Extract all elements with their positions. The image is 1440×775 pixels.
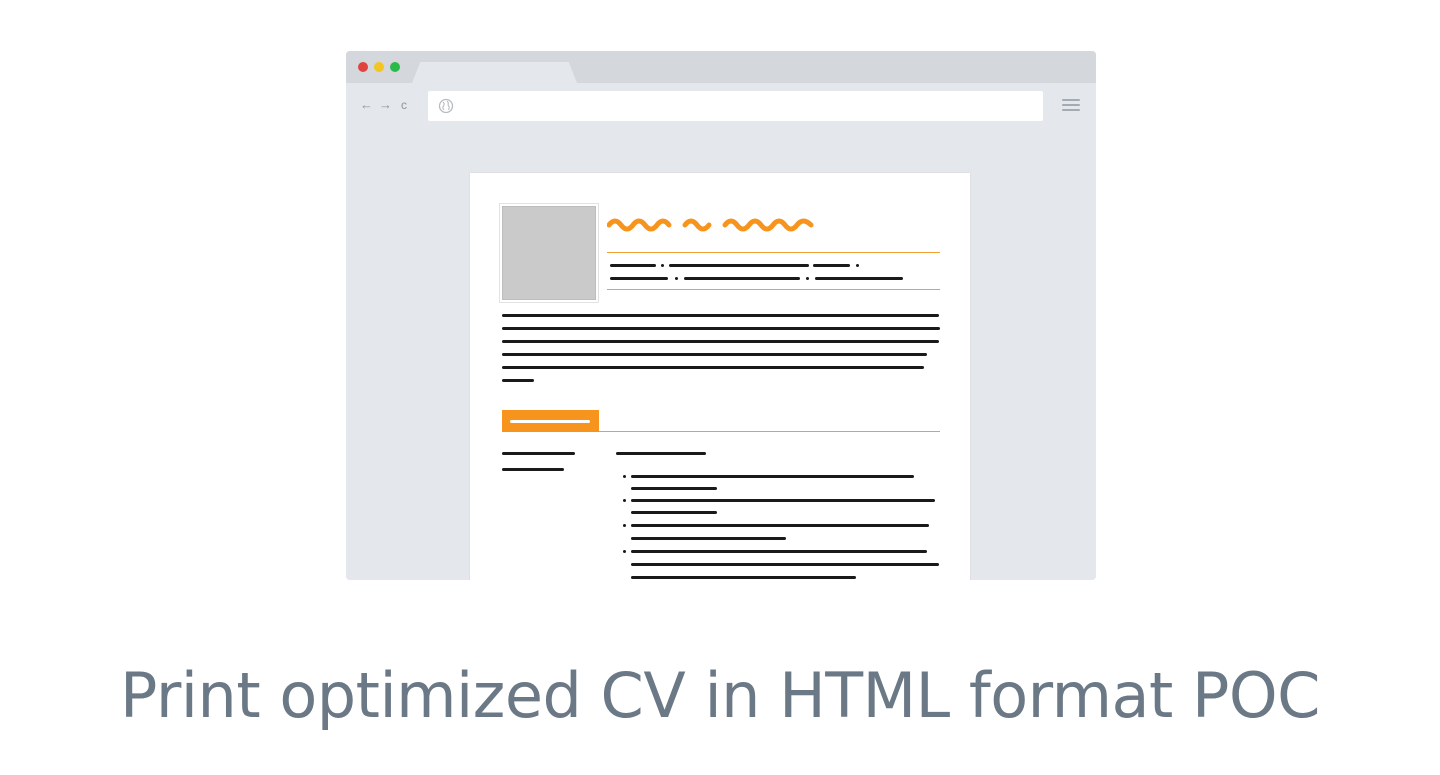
contact-line (610, 277, 668, 280)
text-line (631, 537, 786, 540)
header-rule-top (607, 252, 940, 253)
text-line (502, 340, 939, 343)
text-line (502, 353, 927, 356)
back-arrow-icon[interactable]: ← (360, 97, 373, 113)
section-heading-text (510, 420, 590, 423)
list-bullet (623, 550, 626, 553)
close-window-button[interactable] (358, 62, 368, 72)
job-title (616, 452, 706, 455)
maximize-window-button[interactable] (390, 62, 400, 72)
contact-line (610, 264, 656, 267)
tab-bar (346, 51, 1096, 83)
photo-placeholder (500, 204, 598, 302)
list-bullet (623, 475, 626, 478)
globe-icon (438, 98, 454, 114)
list-bullet (623, 499, 626, 502)
text-line (631, 563, 939, 566)
contact-line (813, 264, 850, 267)
page-viewport (346, 129, 1096, 580)
contact-line (669, 264, 809, 267)
job-location (502, 468, 564, 471)
text-line (631, 576, 856, 579)
text-line (631, 511, 717, 514)
text-line (631, 487, 717, 490)
job-period (502, 452, 575, 455)
active-tab[interactable] (412, 62, 577, 83)
address-bar[interactable] (428, 91, 1043, 121)
text-line (631, 550, 927, 553)
minimize-window-button[interactable] (374, 62, 384, 72)
contact-separator (675, 277, 678, 280)
reload-icon[interactable]: c (401, 97, 407, 113)
page-caption: Print optimized CV in HTML format POC (120, 659, 1320, 732)
text-line (631, 475, 914, 478)
contact-separator (661, 264, 664, 267)
contact-separator (856, 264, 859, 267)
text-line (502, 314, 939, 317)
cv-name-heading (607, 218, 814, 232)
contact-line (684, 277, 800, 280)
header-rule-bottom (607, 289, 940, 290)
text-line (631, 524, 929, 527)
section-rule (599, 431, 940, 432)
contact-separator (806, 277, 809, 280)
forward-arrow-icon[interactable]: → (379, 97, 392, 113)
section-heading (502, 410, 599, 432)
list-bullet (623, 524, 626, 527)
text-line (502, 379, 534, 382)
text-line (631, 499, 935, 502)
hamburger-menu-icon[interactable] (1062, 99, 1080, 112)
text-line (502, 366, 924, 369)
cv-document (470, 173, 970, 580)
browser-toolbar: ← → c (346, 83, 1096, 129)
contact-line (815, 277, 903, 280)
text-line (502, 327, 940, 330)
browser-window: ← → c (346, 51, 1096, 580)
